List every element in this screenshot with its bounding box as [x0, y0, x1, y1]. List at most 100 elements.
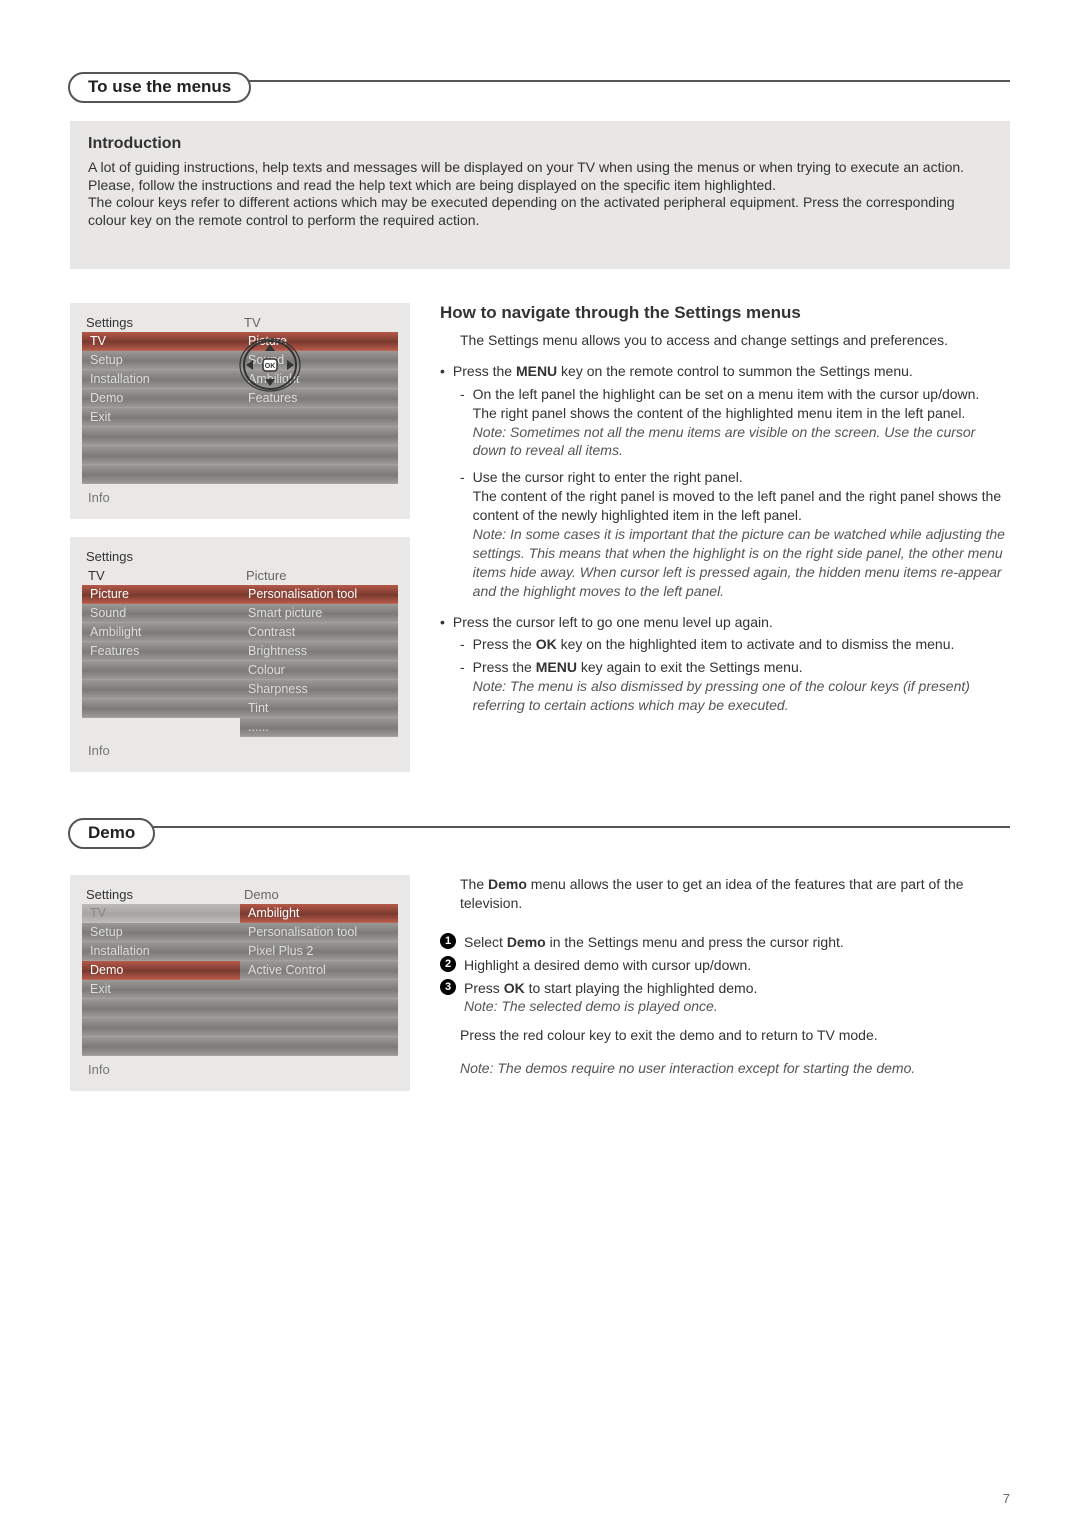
intro-p2: Please, follow the instructions and read…: [88, 177, 992, 195]
list-item: [240, 408, 398, 427]
panel1-info: Info: [82, 484, 398, 505]
section-title-pill: Demo: [68, 818, 1010, 849]
panel1-left-list: TV Setup Installation Demo Exit: [82, 332, 240, 484]
list-item: Tint: [240, 699, 398, 718]
section-demo: Demo Settings Demo TV Setup Installation…: [70, 826, 1010, 1109]
howto-b1-sub1: On the left panel the highlight can be s…: [473, 385, 1010, 404]
list-item: Demo: [82, 389, 240, 408]
dash: -: [460, 635, 465, 654]
list-item: ......: [240, 718, 398, 737]
list-item: [82, 661, 240, 680]
panel2-left-list: TV Picture Sound Ambilight Features: [82, 566, 240, 737]
list-item: [82, 699, 240, 718]
demo-p2: Press the red colour key to exit the dem…: [460, 1026, 1010, 1045]
step-badge-3: 3: [440, 979, 456, 995]
list-item: Ambilight: [82, 623, 240, 642]
demo-step3: Press OK to start playing the highlighte…: [464, 979, 757, 998]
howto-b1: Press the MENU key on the remote control…: [453, 362, 913, 381]
list-item: Pixel Plus 2: [240, 942, 398, 961]
howto-p1: The Settings menu allows you to access a…: [460, 331, 1010, 350]
panel1-left-title: Settings: [82, 313, 240, 332]
panel2-info: Info: [82, 737, 398, 758]
two-columns: Settings TV TV Setup Installation Demo E…: [70, 303, 1010, 790]
list-item: Personalisation tool: [240, 923, 398, 942]
list-item: Picture: [82, 585, 240, 604]
list-sub: Picture: [240, 566, 398, 585]
list-item: TV: [82, 332, 240, 351]
list-item: Ambilight: [240, 904, 398, 923]
intro-p1: A lot of guiding instructions, help text…: [88, 159, 992, 177]
demo-step1: Select Demo in the Settings menu and pre…: [464, 933, 844, 952]
dash: -: [460, 385, 465, 461]
howto-b2-sub1: Press the OK key on the highlighted item…: [473, 635, 955, 654]
list-item: Features: [82, 642, 240, 661]
howto-b2-sub2: Press the MENU key again to exit the Set…: [473, 658, 1010, 677]
list-item: Setup: [82, 923, 240, 942]
bullet-dot: •: [440, 362, 445, 381]
list-item: Contrast: [240, 623, 398, 642]
demo-p1: The Demo menu allows the user to get an …: [460, 875, 1010, 913]
right-column-2: The Demo menu allows the user to get an …: [440, 875, 1010, 1109]
intro-p3: The colour keys refer to different actio…: [88, 194, 992, 229]
howto-b1-sub2: Use the cursor right to enter the right …: [473, 468, 1010, 487]
panel3-left-title: Settings: [82, 885, 240, 904]
list-item: Installation: [82, 370, 240, 389]
list-item: [82, 446, 240, 465]
demo-step3-note: Note: The selected demo is played once.: [464, 997, 757, 1016]
howto-b1-note2: Note: In some cases it is important that…: [473, 525, 1010, 601]
demo-note2: Note: The demos require no user interact…: [460, 1059, 1010, 1078]
menu-panel-2: Settings TV Picture Sound Ambilight Feat…: [70, 537, 410, 772]
list-item: Exit: [82, 980, 240, 999]
page-number: 7: [1003, 1491, 1010, 1506]
list-item: Colour: [240, 661, 398, 680]
panel2-right-list: Picture Personalisation tool Smart pictu…: [240, 566, 398, 737]
step-badge-1: 1: [440, 933, 456, 949]
step-badge-2: 2: [440, 956, 456, 972]
list-item: [82, 1037, 240, 1056]
panel3-left-list: TV Setup Installation Demo Exit: [82, 904, 240, 1056]
svg-text:OK: OK: [265, 363, 276, 370]
list-item: [240, 465, 398, 484]
menu-panel-1: Settings TV TV Setup Installation Demo E…: [70, 303, 410, 519]
list-item: [240, 446, 398, 465]
section-title-pill: To use the menus: [68, 72, 1010, 103]
list-item: [82, 1018, 240, 1037]
list-item: Demo: [82, 961, 240, 980]
panel2-left-title: Settings: [82, 547, 240, 566]
list-item: [240, 1018, 398, 1037]
howto-b2: Press the cursor left to go one menu lev…: [453, 613, 773, 632]
list-item: Sound: [82, 604, 240, 623]
left-column: Settings TV TV Setup Installation Demo E…: [70, 303, 410, 790]
right-column: How to navigate through the Settings men…: [440, 303, 1010, 790]
list-item: Personalisation tool: [240, 585, 398, 604]
introduction-box: Introduction A lot of guiding instructio…: [70, 121, 1010, 269]
panel3-right-title: Demo: [240, 885, 398, 904]
list-item: [82, 999, 240, 1018]
dash: -: [460, 658, 465, 715]
list-item: [240, 999, 398, 1018]
bullet-dot: •: [440, 613, 445, 632]
list-item: Installation: [82, 942, 240, 961]
list-item: Brightness: [240, 642, 398, 661]
panel3-right-list: Ambilight Personalisation tool Pixel Plu…: [240, 904, 398, 1056]
list-item: TV: [82, 904, 240, 923]
dash: -: [460, 468, 465, 600]
howto-b1-note: Note: Sometimes not all the menu items a…: [473, 423, 1010, 461]
panel1-right-title: TV: [240, 313, 398, 332]
menu-panel-3: Settings Demo TV Setup Installation Demo…: [70, 875, 410, 1091]
section2-title: Demo: [68, 818, 155, 849]
section1-title: To use the menus: [68, 72, 251, 103]
list-item: Smart picture: [240, 604, 398, 623]
intro-heading: Introduction: [88, 135, 992, 153]
left-column-2: Settings Demo TV Setup Installation Demo…: [70, 875, 410, 1109]
howto-b2-note: Note: The menu is also dismissed by pres…: [473, 677, 1010, 715]
list-item: [240, 1037, 398, 1056]
panel2-empty: [240, 547, 398, 566]
demo-step2: Highlight a desired demo with cursor up/…: [464, 956, 751, 975]
list-item: Setup: [82, 351, 240, 370]
list-sub: TV: [82, 566, 240, 585]
list-item: [82, 465, 240, 484]
howto-b1-sub2b: The content of the right panel is moved …: [473, 487, 1010, 525]
list-item: [82, 427, 240, 446]
howto-heading: How to navigate through the Settings men…: [440, 303, 1010, 323]
